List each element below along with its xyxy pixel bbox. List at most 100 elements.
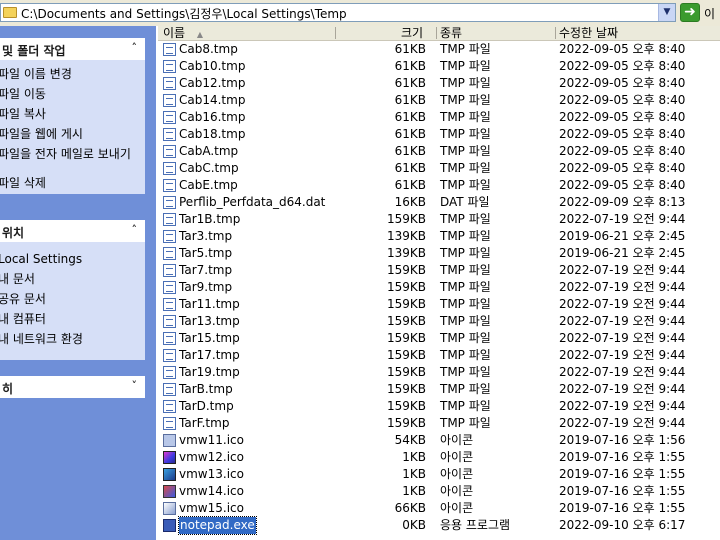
file-name[interactable]: Cab12.tmp [179, 75, 245, 92]
file-row[interactable]: Tar11.tmp 159KB TMP 파일 2022-07-19 오전 9:44 [158, 296, 720, 313]
file-name[interactable]: CabE.tmp [179, 177, 238, 194]
file-size: 159KB [386, 331, 426, 345]
collapse-chevron-icon[interactable]: ˄ [132, 223, 138, 236]
file-date: 2022-09-05 오후 8:40 [559, 59, 686, 73]
file-name[interactable]: vmw11.ico [179, 432, 244, 449]
file-name[interactable]: vmw12.ico [179, 449, 244, 466]
place-my-documents[interactable]: 내 문서 [0, 273, 35, 286]
file-name[interactable]: Tar3.tmp [179, 228, 232, 245]
file-row[interactable]: Tar19.tmp 159KB TMP 파일 2022-07-19 오전 9:44 [158, 364, 720, 381]
file-name[interactable]: Cab8.tmp [179, 41, 238, 58]
file-row[interactable]: Cab12.tmp 61KB TMP 파일 2022-09-05 오후 8:40 [158, 75, 720, 92]
file-row[interactable]: CabE.tmp 61KB TMP 파일 2022-09-05 오후 8:40 [158, 177, 720, 194]
file-name[interactable]: Tar13.tmp [179, 313, 240, 330]
file-row[interactable]: Tar9.tmp 159KB TMP 파일 2022-07-19 오전 9:44 [158, 279, 720, 296]
column-name[interactable]: 이름 ▲ [163, 26, 203, 40]
file-name[interactable]: Cab16.tmp [179, 109, 245, 126]
file-size: 61KB [394, 161, 426, 175]
file-row[interactable]: vmw13.ico 1KB 아이콘 2019-07-16 오후 1:55 [158, 466, 720, 483]
place-local-settings[interactable]: Local Settings [0, 253, 82, 266]
file-row[interactable]: Cab10.tmp 61KB TMP 파일 2022-09-05 오후 8:40 [158, 58, 720, 75]
address-dropdown-button[interactable]: ▼ [658, 4, 675, 21]
file-name[interactable]: Perflib_Perfdata_d64.dat [179, 194, 325, 211]
file-name[interactable]: vmw15.ico [179, 500, 244, 517]
file-name[interactable]: Cab10.tmp [179, 58, 245, 75]
file-type: TMP 파일 [440, 314, 491, 328]
file-name[interactable]: CabA.tmp [179, 143, 238, 160]
file-name[interactable]: TarB.tmp [179, 381, 233, 398]
file-row[interactable]: Tar1B.tmp 159KB TMP 파일 2022-07-19 오전 9:44 [158, 211, 720, 228]
file-date: 2022-07-19 오전 9:44 [559, 263, 686, 277]
file-name[interactable]: Tar15.tmp [179, 330, 240, 347]
file-name[interactable]: CabC.tmp [179, 160, 239, 177]
task-rename[interactable]: 파일 이름 변경 [0, 68, 72, 81]
file-row[interactable]: notepad.exe 0KB 응용 프로그램 2022-09-10 오후 6:17 [158, 516, 720, 535]
file-icon [163, 332, 176, 345]
address-path: C:\Documents and Settings\김정우\Local Sett… [21, 7, 347, 21]
file-name[interactable]: vmw13.ico [179, 466, 244, 483]
file-row[interactable]: Tar15.tmp 159KB TMP 파일 2022-07-19 오전 9:44 [158, 330, 720, 347]
column-date[interactable]: 수정한 날짜 [559, 26, 618, 40]
file-row[interactable]: Cab18.tmp 61KB TMP 파일 2022-09-05 오후 8:40 [158, 126, 720, 143]
file-type: TMP 파일 [440, 110, 491, 124]
file-name[interactable]: Cab18.tmp [179, 126, 245, 143]
task-pane: 및 폴더 작업 ˄ 파일 이름 변경 파일 이동 파일 복사 파일을 웹에 게시… [0, 26, 156, 540]
file-name[interactable]: Tar9.tmp [179, 279, 232, 296]
column-type[interactable]: 종류 [440, 26, 462, 40]
file-name[interactable]: Tar11.tmp [179, 296, 240, 313]
go-label[interactable]: 이 [704, 5, 715, 22]
file-row[interactable]: Perflib_Perfdata_d64.dat 16KB DAT 파일 2022-0… [158, 194, 720, 211]
file-name[interactable]: Tar19.tmp [179, 364, 240, 381]
file-type: TMP 파일 [440, 348, 491, 362]
place-my-computer[interactable]: 내 컴퓨터 [0, 313, 46, 326]
column-size[interactable]: 크기 [401, 26, 423, 40]
file-row[interactable]: TarD.tmp 159KB TMP 파일 2022-07-19 오전 9:44 [158, 398, 720, 415]
column-separator[interactable] [335, 27, 336, 39]
go-button[interactable]: ➜ [680, 3, 700, 22]
file-row[interactable]: Cab16.tmp 61KB TMP 파일 2022-09-05 오후 8:40 [158, 109, 720, 126]
file-row[interactable]: CabC.tmp 61KB TMP 파일 2022-09-05 오후 8:40 [158, 160, 720, 177]
file-row[interactable]: vmw14.ico 1KB 아이콘 2019-07-16 오후 1:55 [158, 483, 720, 500]
file-name[interactable]: TarF.tmp [179, 415, 229, 432]
file-row[interactable]: Tar17.tmp 159KB TMP 파일 2022-07-19 오전 9:44 [158, 347, 720, 364]
expand-chevron-icon[interactable]: ˅ [132, 379, 138, 392]
place-shared-documents[interactable]: 공유 문서 [0, 293, 46, 306]
file-row[interactable]: vmw15.ico 66KB 아이콘 2019-07-16 오후 1:55 [158, 500, 720, 517]
file-name[interactable]: Tar17.tmp [179, 347, 240, 364]
file-row[interactable]: Cab8.tmp 61KB TMP 파일 2022-09-05 오후 8:40 [158, 41, 720, 58]
file-icon [163, 60, 176, 73]
file-size: 61KB [394, 110, 426, 124]
task-publish-web[interactable]: 파일을 웹에 게시 [0, 128, 83, 141]
task-move[interactable]: 파일 이동 [0, 88, 46, 101]
file-row[interactable]: Cab14.tmp 61KB TMP 파일 2022-09-05 오후 8:40 [158, 92, 720, 109]
file-name[interactable]: TarD.tmp [179, 398, 234, 415]
file-row[interactable]: Tar5.tmp 139KB TMP 파일 2019-06-21 오후 2:45 [158, 245, 720, 262]
file-name[interactable]: Tar1B.tmp [179, 211, 240, 228]
file-row[interactable]: TarB.tmp 159KB TMP 파일 2022-07-19 오전 9:44 [158, 381, 720, 398]
file-name[interactable]: vmw14.ico [179, 483, 244, 500]
file-row[interactable]: TarF.tmp 159KB TMP 파일 2022-07-19 오전 9:44 [158, 415, 720, 432]
task-email[interactable]: 파일을 전자 메일로 보내기 [0, 148, 138, 161]
places-header[interactable]: 위치 ˄ [0, 220, 145, 242]
task-copy[interactable]: 파일 복사 [0, 108, 46, 121]
task-delete[interactable]: 파일 삭제 [0, 177, 46, 190]
file-row[interactable]: CabA.tmp 61KB TMP 파일 2022-09-05 오후 8:40 [158, 143, 720, 160]
collapse-chevron-icon[interactable]: ˄ [132, 41, 138, 54]
file-row[interactable]: vmw11.ico 54KB 아이콘 2019-07-16 오후 1:56 [158, 432, 720, 449]
file-type: TMP 파일 [440, 297, 491, 311]
file-tasks-header[interactable]: 및 폴더 작업 ˄ [0, 38, 145, 60]
file-name[interactable]: Tar5.tmp [179, 245, 232, 262]
file-row[interactable]: Tar3.tmp 139KB TMP 파일 2019-06-21 오후 2:45 [158, 228, 720, 245]
file-row[interactable]: Tar13.tmp 159KB TMP 파일 2022-07-19 오전 9:44 [158, 313, 720, 330]
file-row[interactable]: vmw12.ico 1KB 아이콘 2019-07-16 오후 1:55 [158, 449, 720, 466]
file-name[interactable]: Cab14.tmp [179, 92, 245, 109]
file-date: 2019-07-16 오후 1:55 [559, 501, 686, 515]
file-name[interactable]: Tar7.tmp [179, 262, 232, 279]
details-header[interactable]: 히 ˅ [0, 376, 145, 398]
column-separator[interactable] [436, 27, 437, 39]
column-separator[interactable] [555, 27, 556, 39]
address-field[interactable]: C:\Documents and Settings\김정우\Local Sett… [0, 3, 676, 22]
file-row[interactable]: Tar7.tmp 159KB TMP 파일 2022-07-19 오전 9:44 [158, 262, 720, 279]
place-network[interactable]: 내 네트워크 환경 [0, 333, 83, 346]
file-name[interactable]: notepad.exe [178, 516, 257, 535]
